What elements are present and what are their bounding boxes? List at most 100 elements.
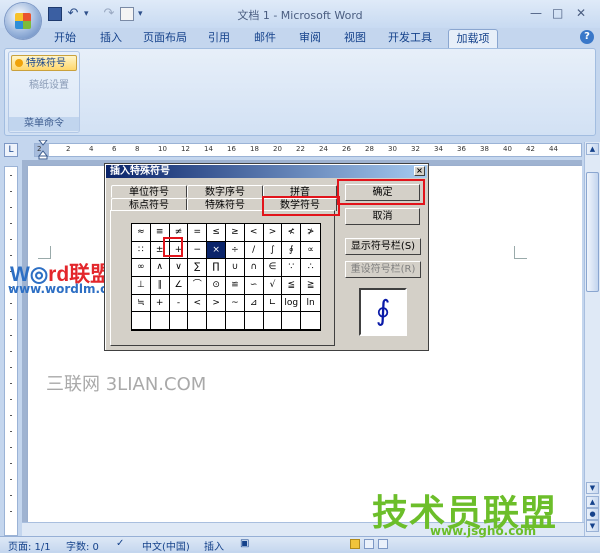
symbol-cell[interactable]: ∠ — [169, 276, 189, 295]
symbol-cell[interactable]: ≦ — [282, 276, 302, 295]
symbol-cell[interactable]: ≌ — [225, 276, 245, 295]
symbol-cell[interactable]: × — [207, 241, 226, 260]
symbol-cell[interactable]: log — [282, 294, 302, 313]
symbol-cell[interactable] — [150, 312, 170, 330]
symbol-cell[interactable]: ≮ — [282, 224, 302, 242]
minimize-icon[interactable]: — — [530, 6, 542, 20]
symbol-cell[interactable]: ∏ — [207, 259, 226, 277]
tab-mailings[interactable]: 邮件 — [250, 29, 280, 47]
macro-record-icon[interactable]: ▣ — [240, 538, 249, 549]
symbol-cell[interactable]: ∑ — [188, 259, 208, 277]
special-symbols-button[interactable]: 特殊符号 — [11, 55, 77, 71]
symbol-cell[interactable]: ∪ — [225, 259, 245, 277]
symbol-cell[interactable]: ≧ — [301, 277, 320, 295]
symbol-cell[interactable]: ∷ — [132, 241, 151, 260]
symbol-cell[interactable] — [244, 312, 264, 330]
tab-number-sequences[interactable]: 数字序号 — [187, 185, 263, 198]
symbol-cell[interactable]: / — [244, 241, 264, 260]
indent-marker-icon[interactable] — [38, 140, 48, 160]
symbol-cell[interactable]: ∧ — [150, 259, 170, 277]
tab-selector[interactable]: L — [4, 143, 18, 157]
symbol-cell[interactable]: ≈ — [132, 224, 151, 242]
symbol-cell[interactable]: ∟ — [263, 294, 283, 313]
symbol-cell[interactable]: ± — [150, 241, 170, 260]
symbol-cell[interactable]: ∴ — [301, 259, 320, 277]
tab-unit-symbols[interactable]: 单位符号 — [111, 185, 187, 198]
tab-pinyin[interactable]: 拼音 — [263, 185, 337, 198]
symbol-cell[interactable]: ∩ — [244, 259, 264, 277]
symbol-cell[interactable] — [188, 312, 208, 330]
dialog-title-bar[interactable]: 插入特殊符号 × — [106, 165, 427, 178]
symbol-cell[interactable]: + — [150, 294, 170, 313]
symbol-cell[interactable]: ∽ — [244, 276, 264, 295]
symbol-cell[interactable] — [132, 312, 151, 330]
symbol-cell[interactable] — [207, 312, 226, 330]
symbol-cell[interactable]: ∮ — [282, 241, 302, 260]
dialog-close-icon[interactable]: × — [414, 166, 425, 176]
symbol-cell[interactable]: + — [169, 241, 189, 260]
vertical-ruler[interactable] — [4, 166, 18, 536]
tab-page-layout[interactable]: 页面布局 — [140, 29, 190, 47]
tab-home[interactable]: 开始 — [48, 29, 82, 47]
maximize-icon[interactable]: □ — [552, 6, 563, 20]
symbol-cell[interactable]: ⊿ — [244, 294, 264, 313]
prev-page-icon[interactable]: ▲ — [586, 496, 599, 508]
cancel-button[interactable]: 取消 — [345, 208, 420, 225]
symbol-cell[interactable]: < — [244, 224, 264, 242]
symbol-cell[interactable]: ∫ — [263, 241, 283, 260]
next-page-icon[interactable]: ▼ — [586, 520, 599, 532]
symbol-cell[interactable]: > — [263, 224, 283, 242]
symbol-cell[interactable]: ∞ — [132, 259, 151, 277]
tab-references[interactable]: 引用 — [204, 29, 234, 47]
symbol-cell[interactable]: ≡ — [150, 224, 170, 242]
scroll-down-icon[interactable]: ▼ — [586, 482, 599, 494]
symbol-cell[interactable]: ∈ — [263, 259, 283, 277]
symbol-cell[interactable]: − — [188, 241, 208, 260]
symbol-cell[interactable]: ⊥ — [132, 276, 151, 295]
symbol-cell[interactable]: ⊙ — [207, 276, 226, 295]
symbol-cell[interactable]: < — [188, 294, 208, 313]
symbol-cell[interactable] — [263, 312, 283, 330]
browse-object-icon[interactable]: ● — [586, 508, 599, 520]
symbol-cell[interactable] — [301, 312, 320, 330]
help-icon[interactable]: ? — [580, 30, 594, 44]
symbol-cell[interactable] — [282, 312, 302, 330]
tab-review[interactable]: 审阅 — [295, 29, 325, 47]
full-screen-icon[interactable] — [364, 539, 374, 549]
symbol-cell[interactable]: √ — [263, 276, 283, 295]
manuscript-settings-button[interactable]: 稿纸设置 — [29, 76, 69, 91]
symbol-cell[interactable] — [169, 312, 189, 330]
symbol-cell[interactable]: ∥ — [150, 276, 170, 295]
symbol-cell[interactable]: ⌒ — [188, 276, 208, 295]
symbol-cell[interactable]: ∨ — [169, 259, 189, 277]
vertical-scrollbar[interactable]: ▲ ▼ ▲ ● ▼ — [584, 142, 600, 536]
scroll-up-icon[interactable]: ▲ — [586, 143, 599, 155]
symbol-cell[interactable]: ~ — [225, 294, 245, 313]
proofing-icon[interactable]: ✓ — [116, 538, 124, 549]
symbol-cell[interactable]: ÷ — [225, 241, 245, 260]
symbol-cell[interactable]: ≯ — [301, 224, 320, 242]
symbol-cell[interactable]: ∵ — [282, 259, 302, 277]
symbol-cell[interactable]: ln — [301, 295, 320, 313]
horizontal-ruler[interactable]: 2 2 4 6 8 10 12 14 16 18 20 22 24 26 28 30 32 34 36 38 40 42 4… — [34, 143, 582, 157]
symbol-cell[interactable]: ≥ — [225, 224, 245, 242]
office-button[interactable] — [5, 3, 41, 39]
ok-button[interactable]: 确定 — [345, 184, 420, 201]
web-layout-icon[interactable] — [378, 539, 388, 549]
symbol-cell[interactable]: = — [188, 224, 208, 242]
tab-developer[interactable]: 开发工具 — [384, 29, 436, 47]
show-symbol-bar-button[interactable]: 显示符号栏(S) — [345, 238, 421, 255]
symbol-cell[interactable]: ≤ — [207, 224, 226, 242]
tab-view[interactable]: 视图 — [340, 29, 370, 47]
scroll-thumb[interactable] — [586, 172, 599, 292]
tab-insert[interactable]: 插入 — [94, 29, 128, 47]
symbol-cell[interactable] — [225, 312, 245, 330]
tab-add-ins[interactable]: 加载项 — [448, 29, 498, 49]
reset-symbol-bar-button[interactable]: 重设符号栏(R) — [345, 261, 421, 278]
symbol-cell[interactable]: ∝ — [301, 242, 320, 260]
print-layout-icon[interactable] — [350, 539, 360, 549]
symbol-cell[interactable]: ≠ — [169, 224, 189, 242]
symbol-cell[interactable]: - — [169, 294, 189, 313]
close-icon[interactable]: ✕ — [576, 6, 586, 20]
symbol-cell[interactable]: ≒ — [132, 294, 151, 313]
